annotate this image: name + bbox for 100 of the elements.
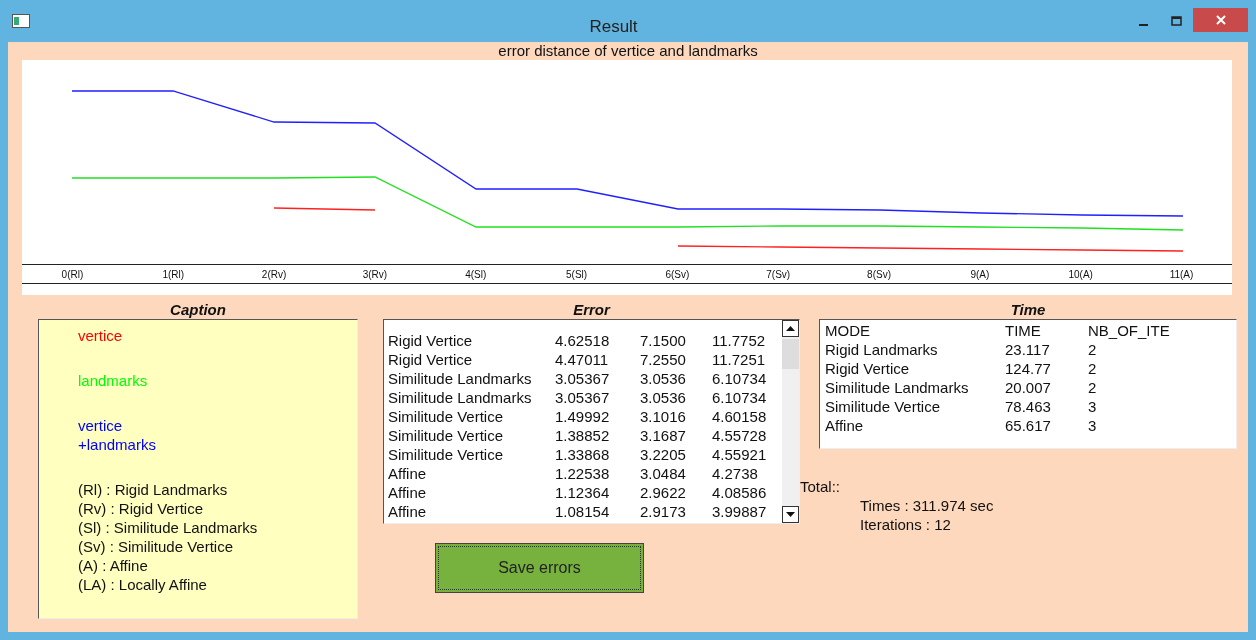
table-cell-text: 65.617	[1005, 416, 1052, 435]
error-heading: Error	[572, 301, 612, 319]
legend-label: landmarks	[78, 371, 149, 390]
minimize-icon	[1139, 23, 1148, 26]
list-cell-text: Affine	[388, 502, 428, 521]
column-header: NB_OF_ITE	[1088, 321, 1171, 340]
list-cell-text: 2.9173	[640, 502, 687, 521]
list-cell-text: Similitude Vertice	[388, 445, 505, 464]
table-cell-text: 2	[1088, 378, 1098, 397]
list-cell-text: Rigid Vertice	[388, 331, 474, 350]
list-cell-text: 3.2205	[640, 445, 687, 464]
list-cell-text: 1.22538	[555, 464, 611, 483]
caption-heading: Caption	[169, 301, 227, 319]
list-cell-text: Similitude Vertice	[388, 426, 505, 445]
axis-label: 4(Sl)	[464, 268, 488, 280]
abbreviation-text: (Sl) : Similitude Landmarks	[78, 518, 259, 537]
total-iterations: Iterations : 12	[859, 515, 952, 534]
list-cell-text: 3.0536	[640, 369, 687, 388]
axis-label: 3(Rv)	[361, 268, 389, 280]
list-cell-text: 1.08154	[555, 502, 611, 521]
column-header: TIME	[1005, 321, 1042, 340]
total-label: Total::	[800, 477, 842, 496]
table-cell-text: 78.463	[1005, 397, 1052, 416]
abbreviation-text: (Rv) : Rigid Vertice	[78, 499, 205, 518]
list-cell-text: Similitude Landmarks	[388, 369, 533, 388]
list-cell-text: Similitude Landmarks	[388, 388, 533, 407]
axis-label: 1(Rl)	[161, 268, 186, 280]
table-cell-text: 20.007	[1005, 378, 1052, 397]
list-cell-text: 1.49992	[555, 407, 611, 426]
legend-label: +landmarks	[78, 435, 157, 454]
list-cell-text: 4.08586	[712, 483, 768, 502]
list-cell-text: 1.38852	[555, 426, 611, 445]
axis-label: 0(Rl)	[60, 268, 85, 280]
down-arrow-icon	[786, 512, 795, 517]
scroll-up-button[interactable]	[782, 320, 799, 337]
table-cell-text: 3	[1088, 397, 1098, 416]
list-cell-text: 2.9622	[640, 483, 687, 502]
axis-label: 2(Rv)	[260, 268, 288, 280]
window-icon	[12, 14, 30, 28]
axis-label: 9(A)	[969, 268, 991, 280]
time-heading: Time	[1009, 301, 1047, 319]
list-cell-text: 3.0536	[640, 388, 687, 407]
list-cell-text: 3.0484	[640, 464, 687, 483]
list-cell-text: 4.62518	[555, 331, 611, 350]
list-cell-text: 7.1500	[640, 331, 687, 350]
table-cell-text: 23.117	[1005, 340, 1051, 359]
table-cell-text: Rigid Landmarks	[825, 340, 939, 359]
abbreviation-text: (A) : Affine	[78, 556, 149, 575]
table-cell-text: 2	[1088, 340, 1098, 359]
axis-label: 6(Sv)	[664, 268, 691, 280]
table-cell-text: 3	[1088, 416, 1098, 435]
table-cell-text: Rigid Vertice	[825, 359, 911, 378]
list-cell-text: Affine	[388, 483, 428, 502]
list-cell-text: 3.1016	[640, 407, 687, 426]
abbreviation-text: (Sv) : Similitude Vertice	[78, 537, 235, 556]
save-errors-button[interactable]: Save errors	[435, 543, 644, 593]
list-cell-text: 3.05367	[555, 388, 611, 407]
column-header: MODE	[825, 321, 871, 340]
axis-label: 10(A)	[1067, 268, 1094, 280]
list-cell-text: 3.1687	[640, 426, 687, 445]
list-cell-text: 3.99887	[712, 502, 768, 521]
axis-label: 8(Sv)	[866, 268, 892, 280]
table-cell-text: Similitude Landmarks	[825, 378, 970, 397]
list-cell-text: 4.2738	[712, 464, 759, 483]
abbreviation-text: (LA) : Locally Affine	[78, 575, 208, 594]
list-cell-text: 4.60158	[712, 407, 768, 426]
axis-label: 5(Sl)	[565, 268, 589, 280]
list-cell-text: 6.10734	[712, 369, 768, 388]
table-cell-text: Similitude Vertice	[825, 397, 942, 416]
up-arrow-icon	[786, 326, 795, 331]
total-times: Times : 311.974 sec	[859, 496, 995, 515]
table-cell-text: Affine	[825, 416, 865, 435]
list-cell-text: 1.33868	[555, 445, 611, 464]
window-title: Result	[588, 16, 638, 37]
close-button[interactable]	[1193, 8, 1248, 32]
list-cell-text: Affine	[388, 464, 428, 483]
scroll-down-button[interactable]	[782, 506, 799, 523]
list-cell-text: 4.55728	[712, 426, 768, 445]
list-cell-text: 7.2550	[640, 350, 687, 369]
legend-label: vertice	[78, 416, 124, 435]
list-cell-text: 3.05367	[555, 369, 611, 388]
list-cell-text: 6.10734	[712, 388, 768, 407]
close-icon	[1215, 15, 1226, 25]
maximize-icon	[1171, 16, 1182, 26]
abbreviation-text: (Rl) : Rigid Landmarks	[78, 480, 229, 499]
list-cell-text: Rigid Vertice	[388, 350, 474, 369]
axis-label: 11(A)	[1168, 268, 1195, 280]
scroll-thumb[interactable]	[782, 339, 799, 369]
chart-title: error distance of vertice and landmarks	[497, 42, 759, 60]
table-cell-text: 2	[1088, 359, 1098, 378]
list-cell-text: Similitude Vertice	[388, 407, 505, 426]
table-cell-text: 124.77	[1005, 359, 1052, 378]
list-cell-text: 11.7251	[712, 350, 767, 369]
legend-label: vertice	[78, 326, 124, 345]
list-cell-text: 1.12364	[555, 483, 611, 502]
list-cell-text: 4.55921	[712, 445, 768, 464]
axis-label: 7(Sv)	[765, 268, 792, 280]
scrollbar[interactable]	[782, 320, 799, 523]
list-cell-text: 4.47011	[555, 350, 610, 369]
list-cell-text: 11.7752	[712, 331, 767, 350]
